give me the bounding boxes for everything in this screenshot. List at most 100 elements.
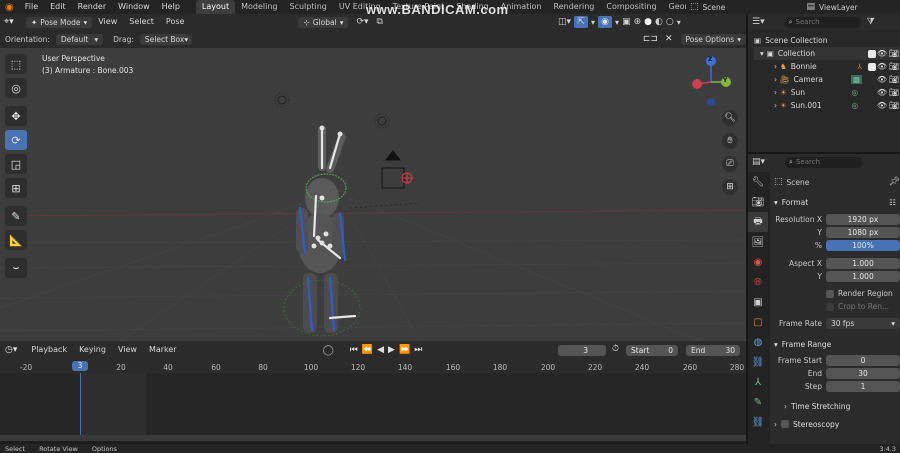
camera-render-icon[interactable]: 📷︎	[888, 62, 900, 71]
filter-icon[interactable]: ⧩	[867, 17, 875, 27]
crop-row[interactable]: Crop to Ren...	[774, 300, 900, 313]
select-checkbox[interactable]	[868, 62, 876, 71]
constraints-tab-icon[interactable]: ⛓︎	[748, 352, 768, 372]
crop-checkbox[interactable]	[826, 302, 834, 311]
scene-tab-icon[interactable]: ◉	[748, 252, 768, 272]
clock-icon[interactable]: ◷▾	[5, 345, 17, 355]
shading-solid-icon[interactable]: ●	[644, 17, 652, 27]
camera-render-icon[interactable]: 📷︎	[888, 49, 900, 58]
gizmo-toggle-icon[interactable]: ⇱	[574, 16, 589, 28]
frame-rate-dropdown[interactable]: 30 fps ▾	[826, 318, 900, 329]
render-region-row[interactable]: Render Region	[774, 287, 900, 300]
outliner-item-sun-001[interactable]: › ☀ Sun.001 ◎ 👁︎ 📷︎	[754, 99, 900, 112]
rotate-tool-button[interactable]: ⟳	[5, 130, 27, 150]
expand-arrow-icon[interactable]: ›	[774, 101, 777, 110]
presets-list-icon[interactable]: ☷	[889, 198, 896, 207]
timeline-menu-keying[interactable]: Keying	[73, 343, 112, 357]
eye-icon[interactable]: 👁︎	[876, 88, 888, 97]
shading-rendered-icon[interactable]: ○	[666, 17, 674, 27]
pose-options-dropdown[interactable]: Pose Options ▾	[680, 33, 746, 45]
bone-tab-icon[interactable]: ✎	[748, 392, 768, 412]
properties-search-input[interactable]: ⌕ Search	[785, 156, 864, 168]
snap-icon[interactable]: ⧉	[377, 17, 383, 27]
expand-arrow-icon[interactable]: ›	[774, 75, 777, 84]
orientation-dropdown[interactable]: Default ▾	[55, 33, 104, 45]
play-reverse-icon[interactable]: ◀	[377, 345, 384, 355]
shading-wireframe-icon[interactable]: ⊕	[634, 17, 642, 27]
transform-tool-button[interactable]: ⊞	[5, 178, 27, 198]
overlay-toggle-icon[interactable]: ◉	[598, 16, 613, 28]
shading-material-icon[interactable]: ◐	[655, 17, 663, 27]
mode-dropdown[interactable]: ✦ Pose Mode ▾	[26, 16, 93, 28]
viewport-menu-pose[interactable]: Pose	[160, 15, 191, 29]
eye-icon[interactable]: 👁︎	[876, 101, 888, 110]
camera-render-icon[interactable]: 📷︎	[888, 75, 900, 84]
viewport-menu-view[interactable]: View	[92, 15, 123, 29]
xray-icon[interactable]: ▣	[622, 17, 631, 27]
end-frame-field[interactable]: End 30	[686, 345, 740, 356]
scene-name[interactable]: Scene	[703, 3, 763, 12]
render-region-checkbox[interactable]	[826, 289, 834, 298]
aspect-x-field[interactable]: 1.000	[826, 258, 900, 269]
drag-dropdown[interactable]: Select Box ▾	[139, 33, 192, 45]
select-box-tool-button[interactable]: ⬚	[5, 54, 27, 74]
bone-constraint-tab-icon[interactable]: ⛓︎	[748, 412, 768, 432]
stereoscopy-checkbox[interactable]	[781, 420, 789, 428]
workspace-tab-modeling[interactable]: Modeling	[235, 0, 283, 14]
mirror-toggle-icon[interactable]: ✕	[665, 34, 673, 44]
outliner-editor-icon[interactable]: ☰▾	[752, 17, 765, 27]
tool-tab-icon[interactable]: 🔧︎	[748, 172, 768, 192]
ortho-grid-icon[interactable]: ⊞	[722, 179, 738, 195]
timeline-menu-marker[interactable]: Marker	[143, 343, 183, 357]
camera-view-icon[interactable]: ⎚	[722, 156, 738, 172]
viewport-menu-select[interactable]: Select	[123, 15, 160, 29]
selectability-icon[interactable]: ◫▾	[558, 17, 571, 27]
aspect-y-field[interactable]: 1.000	[826, 271, 900, 282]
resolution-y-field[interactable]: 1080 px	[826, 227, 900, 238]
frame-step-field[interactable]: 1	[826, 381, 900, 392]
move-tool-button[interactable]: ✥	[5, 106, 27, 126]
world-tab-icon[interactable]: 🌐︎	[748, 272, 768, 292]
view-layer-tab-icon[interactable]: 🖼︎	[748, 232, 768, 252]
playhead-frame-badge[interactable]: 3	[72, 361, 88, 371]
pose-relax-tool-button[interactable]: ⌣	[5, 258, 27, 278]
eye-icon[interactable]: 👁︎	[876, 62, 888, 71]
frame-start-field[interactable]: 0	[826, 355, 900, 366]
record-icon[interactable]: ◯	[323, 345, 334, 356]
jump-start-icon[interactable]: ⏮	[350, 345, 358, 355]
chevron-down-icon[interactable]: ▾	[677, 18, 681, 27]
jump-end-icon[interactable]: ⏭	[414, 345, 422, 355]
start-frame-field[interactable]: Start 0	[626, 345, 678, 356]
scene-icon[interactable]: ⬚	[690, 2, 699, 12]
view-layer-icon[interactable]: ▤	[807, 2, 816, 12]
workspace-tab-compositing[interactable]: Compositing	[600, 0, 662, 14]
expand-arrow-icon[interactable]: ›	[774, 62, 777, 71]
time-stretching-section-header[interactable]: › Time Stretching	[774, 398, 900, 414]
prev-keyframe-icon[interactable]: ⏪	[362, 345, 373, 355]
properties-editor-icon[interactable]: ▤▾	[752, 157, 765, 167]
view-layer-name[interactable]: ViewLayer	[819, 3, 858, 12]
menu-file[interactable]: File	[19, 0, 44, 14]
render-tab-icon[interactable]: 📷︎	[748, 192, 768, 212]
eye-icon[interactable]: 👁︎	[876, 75, 888, 84]
menu-edit[interactable]: Edit	[44, 0, 72, 14]
transform-orientation-dropdown[interactable]: ⊹ Global ▾	[298, 16, 349, 28]
timeline-scrollbar[interactable]	[0, 435, 746, 441]
outliner-item-bonnie[interactable]: › ♞ Bonnie ⅄ 👁︎ 📷︎	[754, 60, 900, 73]
camera-render-icon[interactable]: 📷︎	[888, 101, 900, 110]
resolution-x-field[interactable]: 1920 px	[826, 214, 900, 225]
menu-help[interactable]: Help	[156, 0, 186, 14]
workspace-tab-layout[interactable]: Layout	[195, 0, 236, 14]
timeline-menu-view[interactable]: View	[112, 343, 143, 357]
expand-arrow-icon[interactable]: ›	[774, 88, 777, 97]
expand-arrow-icon[interactable]: ▾	[760, 49, 764, 58]
scale-tool-button[interactable]: ◲	[5, 154, 27, 174]
menu-window[interactable]: Window	[112, 0, 156, 14]
blender-logo-icon[interactable]: ◉	[0, 2, 19, 13]
outliner-item-sun[interactable]: › ☀ Sun ◎ 👁︎ 📷︎	[754, 86, 900, 99]
measure-tool-button[interactable]: 📐	[5, 230, 27, 250]
camera-object[interactable]	[381, 150, 413, 189]
eye-icon[interactable]: 👁︎	[876, 49, 888, 58]
exclude-checkbox[interactable]	[868, 49, 876, 58]
pivot-icon[interactable]: ⟳▾	[356, 17, 368, 27]
